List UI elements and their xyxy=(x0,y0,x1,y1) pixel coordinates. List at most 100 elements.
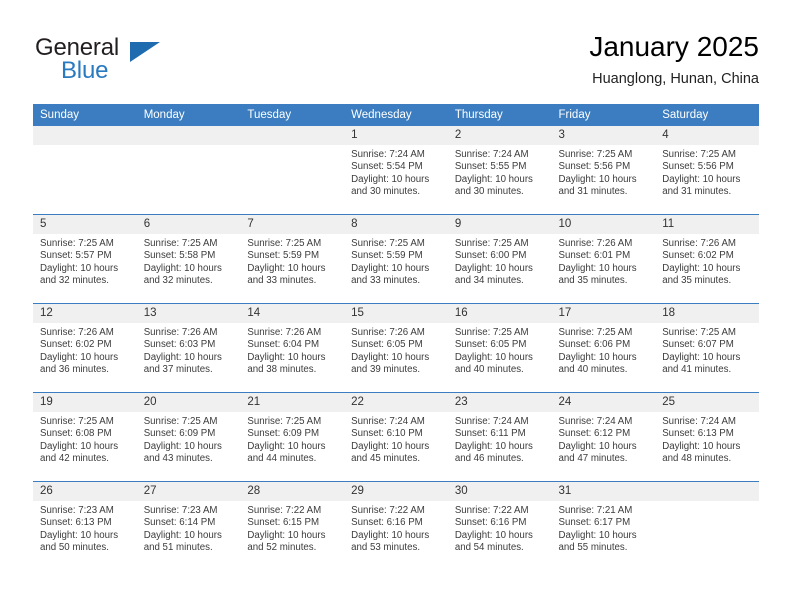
sunrise-time: Sunrise: 7:24 AM xyxy=(351,416,425,427)
calendar-day-cell[interactable]: 17 Sunrise: 7:25 AM Sunset: 6:06 PM Dayligh… xyxy=(551,303,656,393)
calendar-day-cell[interactable]: 21 Sunrise: 7:25 AM Sunset: 6:09 PM Dayligh… xyxy=(240,392,345,482)
calendar-day-cell[interactable]: 23 Sunrise: 7:24 AM Sunset: 6:11 PM Dayligh… xyxy=(447,392,552,482)
day-details: Sunrise: 7:25 AM Sunset: 5:56 PM Daylight:… xyxy=(655,145,759,199)
day-cell-inner: 14 Sunrise: 7:26 AM Sunset: 6:04 PM Dayligh… xyxy=(240,304,345,392)
day-number: 3 xyxy=(551,126,656,145)
day-details: Sunrise: 7:23 AM Sunset: 6:14 PM Daylight:… xyxy=(137,501,241,555)
sunrise-time: Sunrise: 7:24 AM xyxy=(454,149,529,160)
day-number: 21 xyxy=(240,393,345,412)
calendar-day-cell[interactable]: 31 Sunrise: 7:21 AM Sunset: 6:17 PM Dayligh… xyxy=(551,481,656,570)
weekday-header-monday: Monday xyxy=(136,104,241,126)
calendar-day-cell[interactable]: 30 Sunrise: 7:22 AM Sunset: 6:16 PM Dayligh… xyxy=(447,481,552,570)
calendar-day-cell[interactable]: 4 Sunrise: 7:25 AM Sunset: 5:56 PM Daylight… xyxy=(655,126,759,215)
sunset-time: Sunset: 6:05 PM xyxy=(351,339,423,351)
daylight-duration-line1: Daylight: 10 hours xyxy=(143,262,222,274)
day-number: 12 xyxy=(33,304,137,323)
day-number: 30 xyxy=(447,482,552,501)
calendar-week-row: 12 Sunrise: 7:26 AM Sunset: 6:02 PM Dayligh… xyxy=(33,303,759,393)
day-cell-inner: 20 Sunrise: 7:25 AM Sunset: 6:09 PM Dayligh… xyxy=(136,393,241,481)
sunrise-time: Sunrise: 7:24 AM xyxy=(558,416,633,427)
sunrise-time: Sunrise: 7:23 AM xyxy=(143,505,218,516)
title-block: January 2025 Huanglong, Hunan, China xyxy=(589,30,759,90)
day-cell-inner: 6 Sunrise: 7:25 AM Sunset: 5:58 PM Daylight… xyxy=(136,215,241,303)
calendar-day-cell[interactable]: 6 Sunrise: 7:25 AM Sunset: 5:58 PM Daylight… xyxy=(136,214,241,304)
daylight-duration-line1: Daylight: 10 hours xyxy=(662,440,741,452)
daylight-duration-line2: and 30 minutes. xyxy=(351,186,421,198)
day-number: 14 xyxy=(240,304,345,323)
calendar-day-cell-empty xyxy=(136,126,241,215)
daylight-duration-line1: Daylight: 10 hours xyxy=(662,351,741,363)
daylight-duration-line1: Daylight: 10 hours xyxy=(247,529,326,541)
day-details: Sunrise: 7:26 AM Sunset: 6:03 PM Daylight:… xyxy=(137,323,241,377)
weekday-header-tuesday: Tuesday xyxy=(240,104,345,126)
sunset-time: Sunset: 5:58 PM xyxy=(143,250,216,262)
calendar-day-cell[interactable]: 3 Sunrise: 7:25 AM Sunset: 5:56 PM Daylight… xyxy=(551,126,656,215)
day-number: 31 xyxy=(551,482,656,501)
calendar-day-cell[interactable]: 2 Sunrise: 7:24 AM Sunset: 5:55 PM Daylight… xyxy=(447,126,552,215)
day-cell-inner: 31 Sunrise: 7:21 AM Sunset: 6:17 PM Dayligh… xyxy=(551,482,656,570)
calendar-day-cell[interactable]: 14 Sunrise: 7:26 AM Sunset: 6:04 PM Dayligh… xyxy=(240,303,345,393)
day-cell-inner: 29 Sunrise: 7:22 AM Sunset: 6:16 PM Dayligh… xyxy=(344,482,448,570)
daylight-duration-line1: Daylight: 10 hours xyxy=(247,351,326,363)
day-number: 6 xyxy=(136,215,241,234)
daylight-duration-line2: and 44 minutes. xyxy=(247,453,317,465)
calendar-day-cell[interactable]: 16 Sunrise: 7:25 AM Sunset: 6:05 PM Dayligh… xyxy=(447,303,552,393)
calendar-day-cell[interactable]: 27 Sunrise: 7:23 AM Sunset: 6:14 PM Dayligh… xyxy=(136,481,241,570)
calendar-day-cell[interactable]: 25 Sunrise: 7:24 AM Sunset: 6:13 PM Dayligh… xyxy=(655,392,759,482)
day-cell-inner: 27 Sunrise: 7:23 AM Sunset: 6:14 PM Dayligh… xyxy=(136,482,241,570)
calendar-page: General Blue January 2025 Huanglong, Hun… xyxy=(0,0,792,612)
calendar-day-cell[interactable]: 10 Sunrise: 7:26 AM Sunset: 6:01 PM Dayligh… xyxy=(551,214,656,304)
calendar-day-cell[interactable]: 24 Sunrise: 7:24 AM Sunset: 6:12 PM Dayligh… xyxy=(551,392,656,482)
sunrise-time: Sunrise: 7:25 AM xyxy=(454,327,529,338)
weekday-header-saturday: Saturday xyxy=(655,104,759,126)
sunset-time: Sunset: 6:12 PM xyxy=(558,428,631,440)
calendar-day-cell[interactable]: 8 Sunrise: 7:25 AM Sunset: 5:59 PM Daylight… xyxy=(344,214,448,304)
day-cell-inner: 13 Sunrise: 7:26 AM Sunset: 6:03 PM Dayligh… xyxy=(136,304,241,392)
day-details: Sunrise: 7:21 AM Sunset: 6:17 PM Daylight:… xyxy=(552,501,656,555)
calendar-header-row: Sunday Monday Tuesday Wednesday Thursday… xyxy=(33,104,759,126)
calendar-day-cell[interactable]: 11 Sunrise: 7:26 AM Sunset: 6:02 PM Dayligh… xyxy=(655,214,759,304)
sunrise-time: Sunrise: 7:25 AM xyxy=(558,327,633,338)
sunset-time: Sunset: 5:57 PM xyxy=(40,250,112,262)
calendar-day-cell[interactable]: 22 Sunrise: 7:24 AM Sunset: 6:10 PM Dayligh… xyxy=(344,392,448,482)
calendar-day-cell[interactable]: 5 Sunrise: 7:25 AM Sunset: 5:57 PM Daylight… xyxy=(33,214,137,304)
day-cell-inner: 24 Sunrise: 7:24 AM Sunset: 6:12 PM Dayligh… xyxy=(551,393,656,481)
day-details: Sunrise: 7:26 AM Sunset: 6:01 PM Daylight:… xyxy=(552,234,656,288)
day-cell-inner: 3 Sunrise: 7:25 AM Sunset: 5:56 PM Daylight… xyxy=(551,126,656,214)
day-number xyxy=(240,126,345,145)
calendar-day-cell[interactable]: 28 Sunrise: 7:22 AM Sunset: 6:15 PM Dayligh… xyxy=(240,481,345,570)
sunset-time: Sunset: 6:06 PM xyxy=(558,339,631,351)
day-cell-inner: 30 Sunrise: 7:22 AM Sunset: 6:16 PM Dayligh… xyxy=(447,482,552,570)
sunrise-time: Sunrise: 7:25 AM xyxy=(558,149,633,160)
day-details: Sunrise: 7:24 AM Sunset: 6:11 PM Daylight:… xyxy=(448,412,552,466)
calendar-day-cell[interactable]: 13 Sunrise: 7:26 AM Sunset: 6:03 PM Dayligh… xyxy=(136,303,241,393)
daylight-duration-line2: and 54 minutes. xyxy=(454,542,524,554)
calendar-day-cell[interactable]: 20 Sunrise: 7:25 AM Sunset: 6:09 PM Dayligh… xyxy=(136,392,241,482)
daylight-duration-line2: and 43 minutes. xyxy=(143,453,213,465)
calendar-day-cell[interactable]: 29 Sunrise: 7:22 AM Sunset: 6:16 PM Dayligh… xyxy=(344,481,448,570)
calendar-day-cell[interactable]: 7 Sunrise: 7:25 AM Sunset: 5:59 PM Daylight… xyxy=(240,214,345,304)
calendar-day-cell[interactable]: 19 Sunrise: 7:25 AM Sunset: 6:08 PM Dayligh… xyxy=(33,392,137,482)
daylight-duration-line2: and 45 minutes. xyxy=(351,453,421,465)
day-details: Sunrise: 7:25 AM Sunset: 6:09 PM Daylight:… xyxy=(137,412,241,466)
calendar-day-cell[interactable]: 18 Sunrise: 7:25 AM Sunset: 6:07 PM Dayligh… xyxy=(655,303,759,393)
daylight-duration-line2: and 32 minutes. xyxy=(40,275,109,287)
calendar-day-cell[interactable]: 15 Sunrise: 7:26 AM Sunset: 6:05 PM Dayligh… xyxy=(344,303,448,393)
sunset-time: Sunset: 6:02 PM xyxy=(662,250,734,262)
calendar-day-cell[interactable]: 9 Sunrise: 7:25 AM Sunset: 6:00 PM Daylight… xyxy=(447,214,552,304)
sunrise-time: Sunrise: 7:25 AM xyxy=(40,238,114,249)
sunrise-time: Sunrise: 7:25 AM xyxy=(143,416,218,427)
calendar-day-cell[interactable]: 26 Sunrise: 7:23 AM Sunset: 6:13 PM Dayligh… xyxy=(33,481,137,570)
day-details: Sunrise: 7:25 AM Sunset: 5:59 PM Daylight:… xyxy=(240,234,344,288)
weekday-header-thursday: Thursday xyxy=(447,104,552,126)
daylight-duration-line2: and 35 minutes. xyxy=(662,275,732,287)
calendar-day-cell[interactable]: 1 Sunrise: 7:24 AM Sunset: 5:54 PM Daylight… xyxy=(344,126,448,215)
day-number: 2 xyxy=(447,126,552,145)
calendar-day-cell[interactable]: 12 Sunrise: 7:26 AM Sunset: 6:02 PM Dayligh… xyxy=(33,303,137,393)
day-cell-inner: 5 Sunrise: 7:25 AM Sunset: 5:57 PM Daylight… xyxy=(33,215,137,303)
day-cell-inner xyxy=(33,126,137,214)
sunrise-time: Sunrise: 7:24 AM xyxy=(454,416,529,427)
sunset-time: Sunset: 5:54 PM xyxy=(351,161,423,173)
day-cell-inner xyxy=(655,482,759,570)
logo-word-blue: Blue xyxy=(61,57,109,84)
